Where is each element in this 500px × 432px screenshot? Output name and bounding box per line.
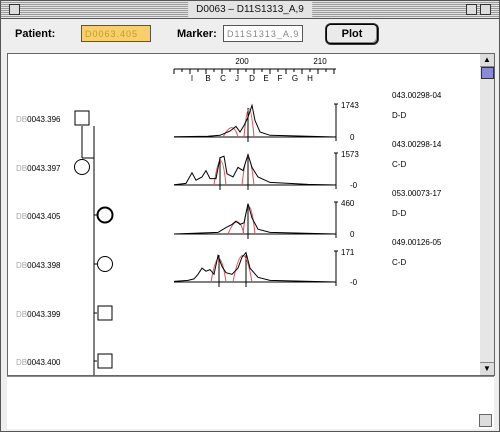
scroll-up-arrow[interactable]: ▲	[480, 54, 494, 67]
pedigree-member-label[interactable]: DB0043.405	[16, 212, 61, 221]
trace-ymin-label: -0	[350, 278, 358, 287]
trace-panel: 460 0 053.00073-17 D-D	[173, 189, 442, 239]
pedigree-members: DB0043.396DB0043.397DB0043.405DB0043.398…	[16, 110, 114, 369]
electropherogram-trace	[173, 103, 337, 138]
pedigree-id: 0043.399	[27, 310, 61, 319]
scroll-thumb[interactable]	[481, 67, 494, 79]
marker-field[interactable]: D11S1313_A,9	[223, 25, 303, 42]
allele-label: D	[249, 74, 255, 83]
ruler-label-200: 200	[235, 57, 249, 66]
pedigree-tree: DB0043.396DB0043.397DB0043.405DB0043.398…	[16, 110, 114, 375]
allele-label: I	[191, 74, 193, 83]
electropherogram-trace	[173, 203, 337, 235]
allele-label: B	[205, 74, 210, 83]
trace-genotype: C-D	[392, 160, 406, 169]
pedigree-member-label[interactable]: DB0043.398	[16, 261, 61, 270]
plot-button[interactable]: Plot	[326, 24, 378, 44]
trace-sample-id: 053.00073-17	[392, 189, 442, 198]
allele-label: G	[292, 74, 298, 83]
pedigree-member-label[interactable]: DB0043.399	[16, 310, 61, 319]
close-box[interactable]	[9, 4, 20, 15]
allele-labels: I B CJ DE FGH	[191, 74, 313, 83]
trace-ymax-label: 1573	[341, 150, 359, 159]
pedigree-member-label[interactable]: DB0043.396	[16, 115, 61, 124]
male-symbol[interactable]	[74, 110, 90, 126]
trace-genotype: D-D	[392, 209, 406, 218]
trace-ymax-label: 1743	[341, 101, 359, 110]
main-window: D0063 – D11S1313_A,9 Patient: D0063.405 …	[0, 0, 500, 432]
trace-genotype: C-D	[392, 258, 406, 267]
pedigree-id-prefix: DB	[16, 261, 27, 270]
trace-genotype: D-D	[392, 111, 406, 120]
trace-ymax-label: 171	[341, 248, 355, 257]
pedigree-id-prefix: DB	[16, 164, 27, 173]
patient-label: Patient:	[15, 28, 56, 40]
pedigree-id-prefix: DB	[16, 310, 27, 319]
toolbar: Patient: D0063.405 Marker: D11S1313_A,9 …	[1, 19, 499, 53]
collapse-box[interactable]	[480, 4, 491, 15]
trace-panel: 171 -0 049.00126-05 C-D	[173, 238, 442, 287]
male-symbol[interactable]	[97, 305, 113, 321]
lower-panel	[7, 376, 494, 429]
allele-label: E	[263, 74, 268, 83]
plot-canvas: 200 210 IBCJDEFGH DB0043.396DB0043.397DB…	[16, 57, 442, 375]
male-symbol[interactable]	[97, 353, 113, 369]
fit-curve	[232, 255, 253, 283]
window-title: D0063 – D11S1313_A,9	[188, 2, 312, 17]
trace-panel: 1743 0 043.00298-04 D-D	[173, 91, 442, 142]
trace-ymin-label: 0	[350, 133, 355, 142]
trace-ymin-label: 0	[350, 230, 355, 239]
allele-label: F	[278, 74, 283, 83]
size-ruler: 200 210 I B CJ DE FGH	[173, 57, 336, 83]
ruler-label-210: 210	[313, 57, 327, 66]
pedigree-id-prefix: DB	[16, 212, 27, 221]
pedigree-id-prefix: DB	[16, 358, 27, 367]
allele-label: H	[307, 74, 313, 83]
plot-area: 200 210 IBCJDEFGH DB0043.396 DB0043.397 DB…	[7, 53, 481, 376]
marker-label: Marker:	[177, 28, 217, 40]
trace-sample-id: 043.00298-04	[392, 91, 442, 100]
trace-ymin-label: -0	[350, 181, 358, 190]
proband-symbol[interactable]	[96, 206, 114, 224]
allele-label: C	[220, 74, 226, 83]
trace-panels: 1743 0 043.00298-04 D-D 1573 -0 043.00298-14 C-…	[173, 91, 442, 287]
female-symbol[interactable]	[74, 159, 90, 175]
patient-field[interactable]: D0063.405	[81, 25, 151, 42]
trace-sample-id: 043.00298-14	[392, 140, 442, 149]
title-bar[interactable]: D0063 – D11S1313_A,9	[1, 1, 499, 19]
pedigree-id: 0043.397	[27, 164, 61, 173]
pedigree-id: 0043.400	[27, 358, 61, 367]
trace-panel: 1573 -0 043.00298-14 C-D	[173, 140, 442, 190]
allele-label: J	[235, 74, 239, 83]
fit-curve	[222, 127, 239, 138]
scroll-down-arrow[interactable]: ▼	[480, 362, 494, 375]
resize-grip[interactable]	[479, 414, 492, 427]
vertical-scrollbar[interactable]: ▲ ▼	[480, 53, 495, 376]
electropherogram-trace	[173, 251, 337, 283]
pedigree-id: 0043.398	[27, 261, 61, 270]
pedigree-id-prefix: DB	[16, 115, 27, 124]
pedigree-member-label[interactable]: DB0043.400	[16, 358, 61, 367]
pedigree-member-label[interactable]: DB0043.397	[16, 164, 61, 173]
electropherogram-trace	[173, 152, 337, 186]
zoom-box[interactable]	[466, 4, 477, 15]
female-symbol[interactable]	[97, 256, 113, 272]
trace-ymax-label: 460	[341, 199, 355, 208]
trace-sample-id: 049.00126-05	[392, 238, 442, 247]
pedigree-id: 0043.396	[27, 115, 61, 124]
pedigree-id: 0043.405	[27, 212, 61, 221]
